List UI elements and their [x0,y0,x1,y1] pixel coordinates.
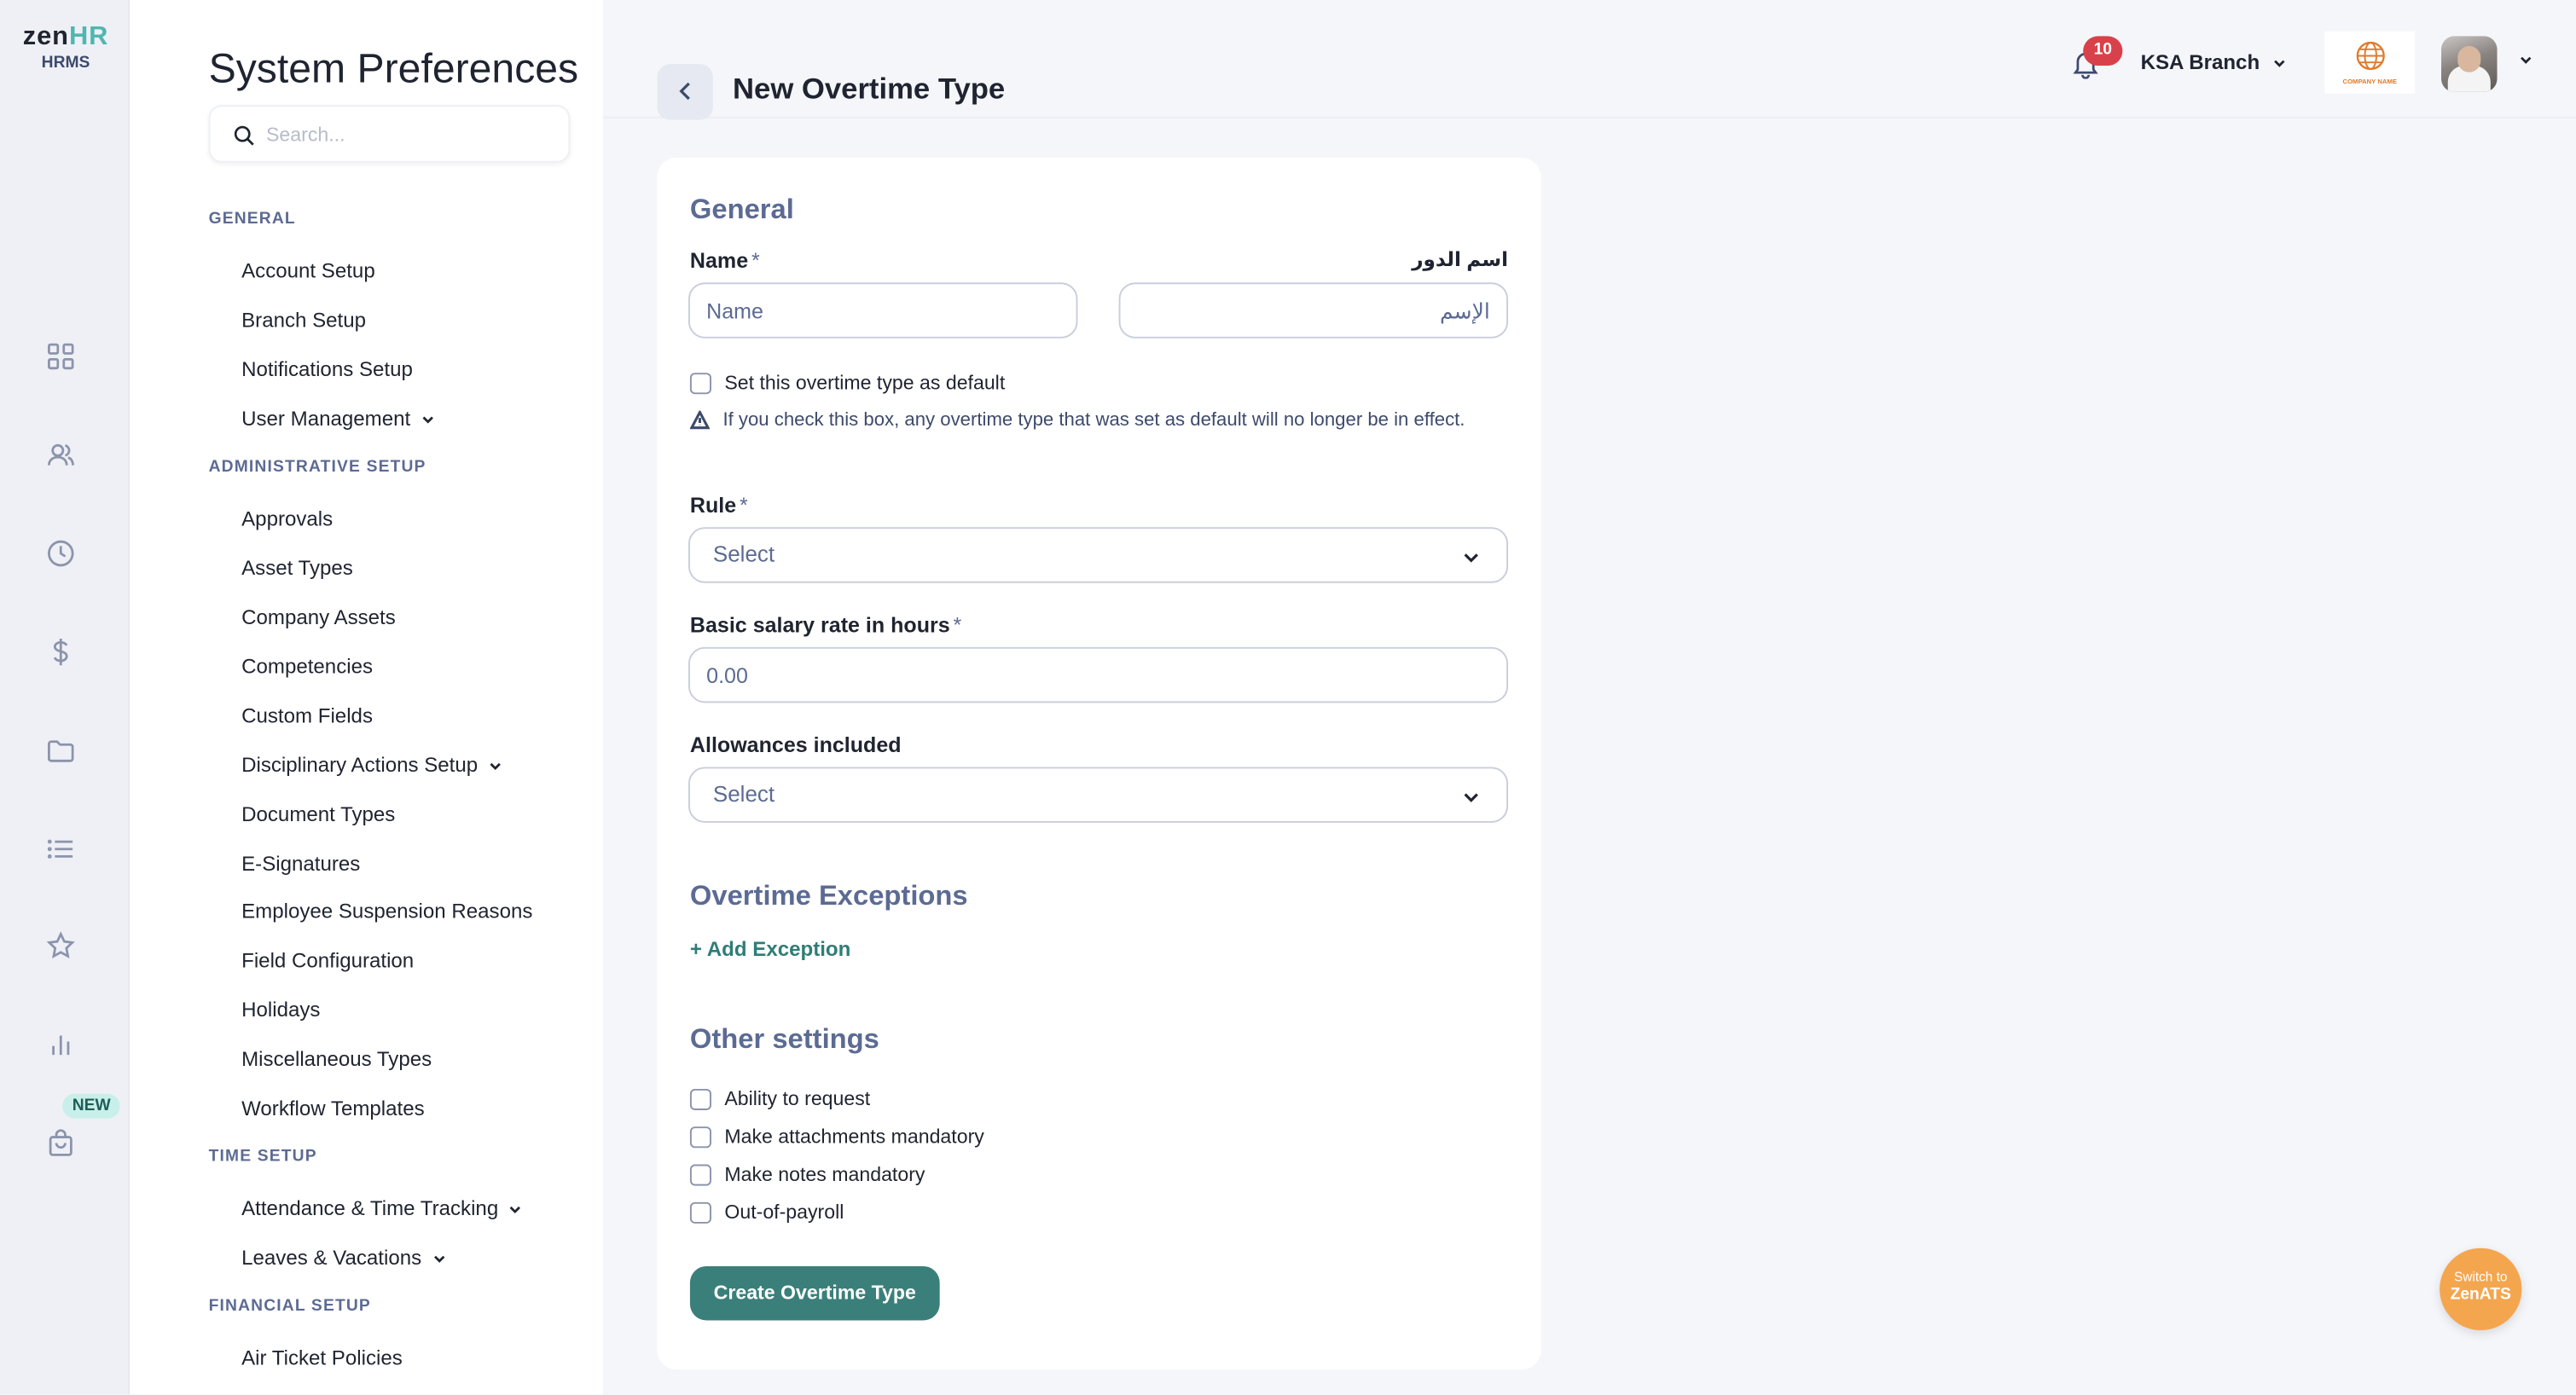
arabic-name-input[interactable] [1118,282,1509,339]
chevron-down-icon [488,758,502,773]
allowances-select[interactable]: Select [688,767,1509,823]
switch-to-zenats-button[interactable]: Switch to ZenATS [2440,1247,2522,1331]
zenhr-logo[interactable]: zenHR HRMS [15,23,116,72]
sidebar-item-document-types[interactable]: Document Types [241,803,395,826]
sidebar-item-approvals[interactable]: Approvals [241,507,333,530]
sidebar-item-attendance-time-tracking[interactable]: Attendance & Time Tracking [241,1197,523,1220]
people-icon[interactable] [46,440,79,473]
search-box[interactable] [208,105,571,163]
product-name: HRMS [41,54,90,72]
sidebar-item-asset-types[interactable]: Asset Types [241,557,353,580]
dollar-icon[interactable] [46,637,79,670]
default-checkbox[interactable]: Set this overtime type as default [689,371,1005,394]
sidebar-item-workflow-templates[interactable]: Workflow Templates [241,1097,425,1120]
section-administrative-setup: ADMINISTRATIVE SETUP [208,458,426,477]
sidebar-item-company-assets[interactable]: Company Assets [241,606,396,629]
checkbox-box[interactable] [689,1126,711,1148]
sidebar-item-e-signatures[interactable]: E-Signatures [241,853,360,876]
branch-name: KSA Branch [2140,50,2260,74]
create-overtime-type-button[interactable]: Create Overtime Type [689,1265,940,1321]
clock-icon[interactable] [46,539,79,572]
sidebar-item-notifications-setup[interactable]: Notifications Setup [241,358,413,381]
name-input[interactable] [688,282,1078,339]
settings-sidebar: System Preferences GENERAL Account Setup… [130,0,603,1395]
salary-rate-label: Basic salary rate in hours * [689,612,962,638]
bag-icon[interactable] [46,1128,79,1161]
chevron-down-icon [508,1201,523,1216]
chart-icon[interactable] [46,1030,79,1063]
search-input[interactable] [266,119,546,150]
back-button[interactable] [657,64,713,120]
sidebar-item-account-setup[interactable]: Account Setup [241,259,375,282]
sidebar-item-branch-setup[interactable]: Branch Setup [241,309,366,332]
list-icon[interactable] [46,834,79,867]
sidebar-item-competencies[interactable]: Competencies [241,655,373,678]
chevron-down-icon [421,411,435,425]
chevron-down-icon [1464,793,1478,802]
sidebar-item-custom-fields[interactable]: Custom Fields [241,704,373,727]
search-icon [234,125,254,146]
chevron-down-icon [1464,553,1478,563]
warning-icon [689,410,711,430]
ability-to-request-checkbox[interactable]: Ability to request [689,1087,870,1110]
section-general: GENERAL [208,210,296,229]
branch-selector[interactable]: KSA Branch [2141,51,2288,74]
dashboard-icon[interactable] [46,342,79,375]
sidebar-item-employee-suspension-reasons[interactable]: Employee Suspension Reasons [241,900,532,923]
other-settings-heading: Other settings [689,1022,879,1055]
company-logo[interactable]: COMPANY NAME [2324,31,2416,94]
checkbox-box[interactable] [689,1201,711,1223]
chevron-left-icon [679,82,690,101]
user-avatar[interactable] [2441,36,2498,92]
arabic-name-label: اسم الدور [1412,247,1509,271]
rule-label: Rule * [689,492,748,518]
sidebar-item-disciplinary-actions-setup[interactable]: Disciplinary Actions Setup [241,754,502,777]
default-warning: If you check this box, any overtime type… [689,408,1495,434]
checkbox-box[interactable] [689,372,711,394]
star-icon[interactable] [46,931,79,964]
rule-select[interactable]: Select [688,527,1509,583]
add-exception-link[interactable]: + Add Exception [690,938,850,961]
checkbox-box[interactable] [689,1087,711,1110]
overtime-form-card: General Name* اسم الدور Set this overtim… [657,157,1541,1370]
user-menu-chevron-icon[interactable] [2519,53,2533,67]
sidebar-item-holidays[interactable]: Holidays [241,998,320,1022]
general-heading: General [689,194,794,225]
salary-rate-input[interactable] [688,646,1509,703]
company-name-text: COMPANY NAME [2342,77,2398,86]
sidebar-item-user-management[interactable]: User Management [241,408,435,431]
icon-rail: zenHR HRMS NEW [0,0,131,1395]
section-time-setup: TIME SETUP [208,1148,317,1166]
out-of-payroll-checkbox[interactable]: Out-of-payroll [689,1201,844,1224]
section-financial-setup: FINANCIAL SETUP [208,1297,371,1316]
chevron-down-icon [2273,55,2288,70]
sidebar-item-leaves-vacations[interactable]: Leaves & Vacations [241,1247,446,1270]
name-label: Name * [689,247,760,273]
attachments-mandatory-checkbox[interactable]: Make attachments mandatory [689,1125,984,1148]
notification-count-badge: 10 [2083,36,2123,67]
checkbox-box[interactable] [689,1163,711,1185]
allowances-label: Allowances included [689,732,902,757]
globe-icon [2355,41,2384,71]
sidebar-item-miscellaneous-types[interactable]: Miscellaneous Types [241,1048,432,1071]
sidebar-item-air-ticket-policies[interactable]: Air Ticket Policies [241,1346,403,1369]
notes-mandatory-checkbox[interactable]: Make notes mandatory [689,1163,925,1186]
chevron-down-icon [432,1251,446,1265]
page-title: New Overtime Type [732,72,1006,106]
overtime-exceptions-heading: Overtime Exceptions [689,880,968,912]
folder-icon[interactable] [46,736,79,769]
sidebar-title: System Preferences [208,45,579,92]
sidebar-item-field-configuration[interactable]: Field Configuration [241,949,414,972]
new-badge: NEW [62,1093,121,1119]
